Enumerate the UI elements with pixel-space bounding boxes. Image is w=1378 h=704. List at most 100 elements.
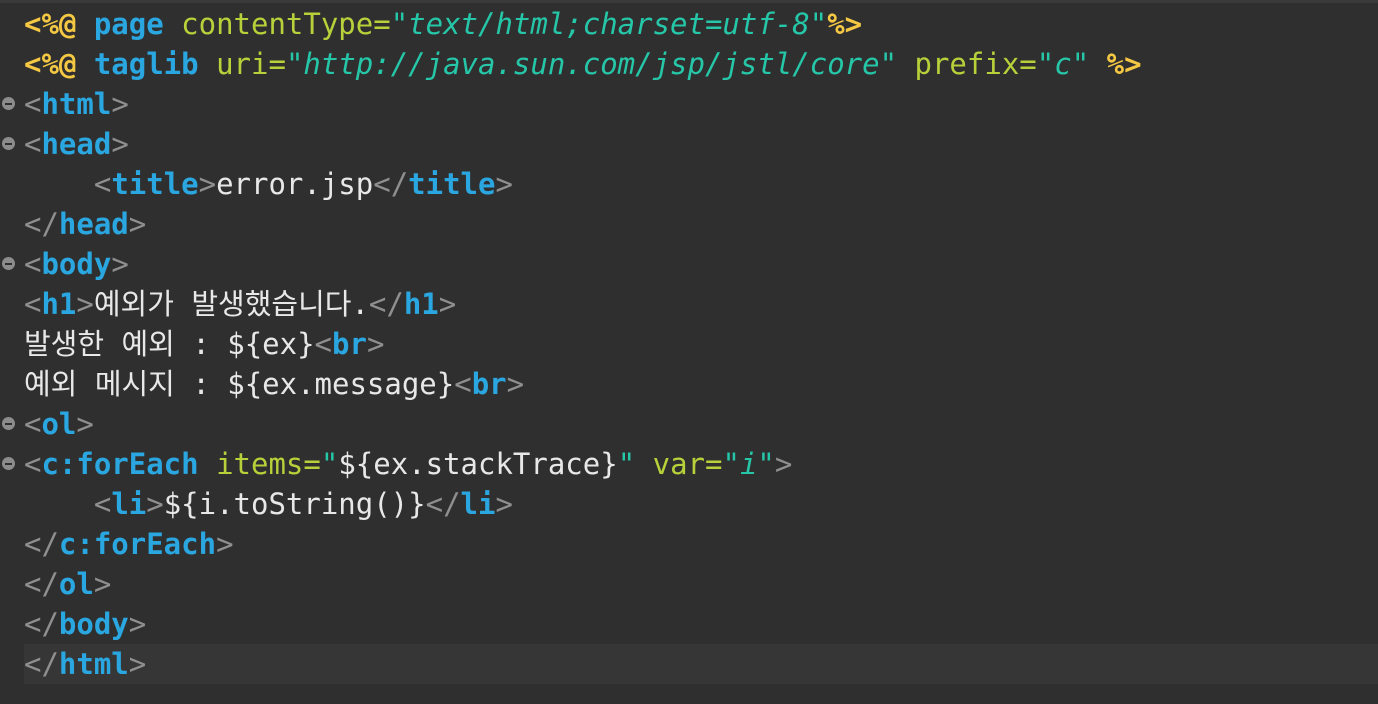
code-line-8[interactable]: <h1>예외가 발생했습니다.</h1> [0, 284, 1378, 324]
token-brk: </ [24, 527, 59, 561]
token-eq: = [303, 447, 321, 481]
token-brk: > [146, 487, 164, 521]
token-q: " [617, 447, 636, 481]
token-tag: c:forEach [58, 527, 217, 561]
token-brk: </ [24, 207, 59, 241]
fold-collapse-icon[interactable] [2, 417, 15, 430]
code-line-6[interactable]: </head> [0, 204, 1378, 244]
token-eq: = [705, 447, 723, 481]
token-brk: > [495, 487, 513, 521]
token-tag: title [111, 167, 199, 201]
fold-collapse-icon[interactable] [2, 137, 15, 150]
token-q: " [1071, 47, 1090, 81]
code-line-15[interactable]: </ol> [0, 564, 1378, 604]
code-line-13[interactable]: <li>${i.toString()}</li> [0, 484, 1378, 524]
token-brk: </ [425, 487, 461, 521]
token-tag: html [58, 647, 129, 681]
token-brk: > [128, 207, 147, 241]
fold-collapse-icon[interactable] [2, 257, 15, 270]
code-line-text: <body> [24, 244, 129, 284]
token-q: " [879, 47, 898, 81]
token-brk: > [93, 567, 112, 601]
token-brk: < [24, 127, 42, 161]
token-brk: < [314, 327, 333, 361]
token-tag: c:forEach [41, 447, 199, 481]
token-attr: var [652, 447, 706, 481]
code-line-2[interactable]: <%@ taglib uri="http://java.sun.com/jsp/… [0, 44, 1378, 84]
token-txt: ${i.toString()} [163, 487, 426, 521]
token-str: i [739, 447, 758, 481]
token-kw: taglib [93, 47, 199, 81]
token-brk: < [454, 367, 472, 401]
token-brk: < [24, 407, 42, 441]
code-line-text: <h1>예외가 발생했습니다.</h1> [24, 284, 456, 324]
token-brk: </ [24, 567, 59, 601]
token-eq: = [1019, 47, 1037, 81]
token-brk: > [774, 447, 793, 481]
token-txt: 예외 메시지 : ${ex.message} [24, 367, 455, 401]
token-brk: > [76, 287, 94, 321]
token-str: c [1054, 47, 1072, 81]
token-tag: br [471, 367, 507, 401]
token-brk: > [111, 127, 129, 161]
token-tag: br [332, 327, 367, 361]
token-tag: head [58, 207, 129, 241]
token-tag: li [460, 487, 496, 521]
code-editor[interactable]: <%@ page contentType="text/html;charset=… [0, 0, 1378, 704]
token-attr: contentType [181, 7, 374, 41]
token-txt: 발생한 예외 : ${ex} [24, 327, 315, 361]
token-eq: = [268, 47, 286, 81]
code-line-text: </ol> [24, 564, 111, 604]
editor-top-border [0, 0, 1378, 3]
code-line-text: 발생한 예외 : ${ex}<br> [24, 324, 384, 364]
token-tag: h1 [41, 287, 77, 321]
token-tag: head [41, 127, 112, 161]
code-line-text: <html> [24, 84, 129, 124]
token-dir: %> [1106, 47, 1142, 81]
code-line-17[interactable]: </html> [24, 644, 1378, 684]
code-line-text: <%@ taglib uri="http://java.sun.com/jsp/… [24, 44, 1142, 84]
token-tag: ol [41, 407, 77, 441]
code-line-4[interactable]: <head> [0, 124, 1378, 164]
token-attr: items [216, 447, 304, 481]
code-line-7[interactable]: <body> [0, 244, 1378, 284]
code-line-11[interactable]: <ol> [0, 404, 1378, 444]
code-line-1[interactable]: <%@ page contentType="text/html;charset=… [0, 4, 1378, 44]
code-line-9[interactable]: 발생한 예외 : ${ex}<br> [0, 324, 1378, 364]
token-brk: </ [368, 287, 404, 321]
code-line-text: <ol> [24, 404, 94, 444]
token-brk: > [495, 167, 513, 201]
token-brk: > [128, 607, 147, 641]
code-line-16[interactable]: </body> [0, 604, 1378, 644]
token-tag: h1 [403, 287, 439, 321]
code-line-5[interactable]: <title>error.jsp</title> [0, 164, 1378, 204]
code-line-3[interactable]: <html> [0, 84, 1378, 124]
token-attr: uri [216, 47, 269, 81]
code-line-14[interactable]: </c:forEach> [0, 524, 1378, 564]
code-line-text: </html> [24, 644, 146, 684]
token-eq: = [373, 7, 391, 41]
code-line-text: <title>error.jsp</title> [24, 164, 513, 204]
token-brk: > [438, 287, 457, 321]
token-brk: </ [373, 167, 409, 201]
token-q: " [1036, 47, 1055, 81]
token-tag: title [408, 167, 496, 201]
code-line-text: <%@ page contentType="text/html;charset=… [24, 4, 862, 44]
token-brk: < [24, 287, 42, 321]
code-line-10[interactable]: 예외 메시지 : ${ex.message}<br> [0, 364, 1378, 404]
token-brk: > [111, 87, 129, 121]
code-line-12[interactable]: <c:forEach items="${ex.stackTrace}" var=… [0, 444, 1378, 484]
fold-collapse-icon[interactable] [2, 457, 15, 470]
token-q: " [809, 7, 828, 41]
token-brk: < [24, 87, 42, 121]
token-str: text/html;charset=utf-8 [408, 7, 810, 41]
token-str: http://java.sun.com/jsp/jstl/core [303, 47, 880, 81]
token-brk: > [128, 647, 147, 681]
fold-collapse-icon[interactable] [2, 97, 15, 110]
